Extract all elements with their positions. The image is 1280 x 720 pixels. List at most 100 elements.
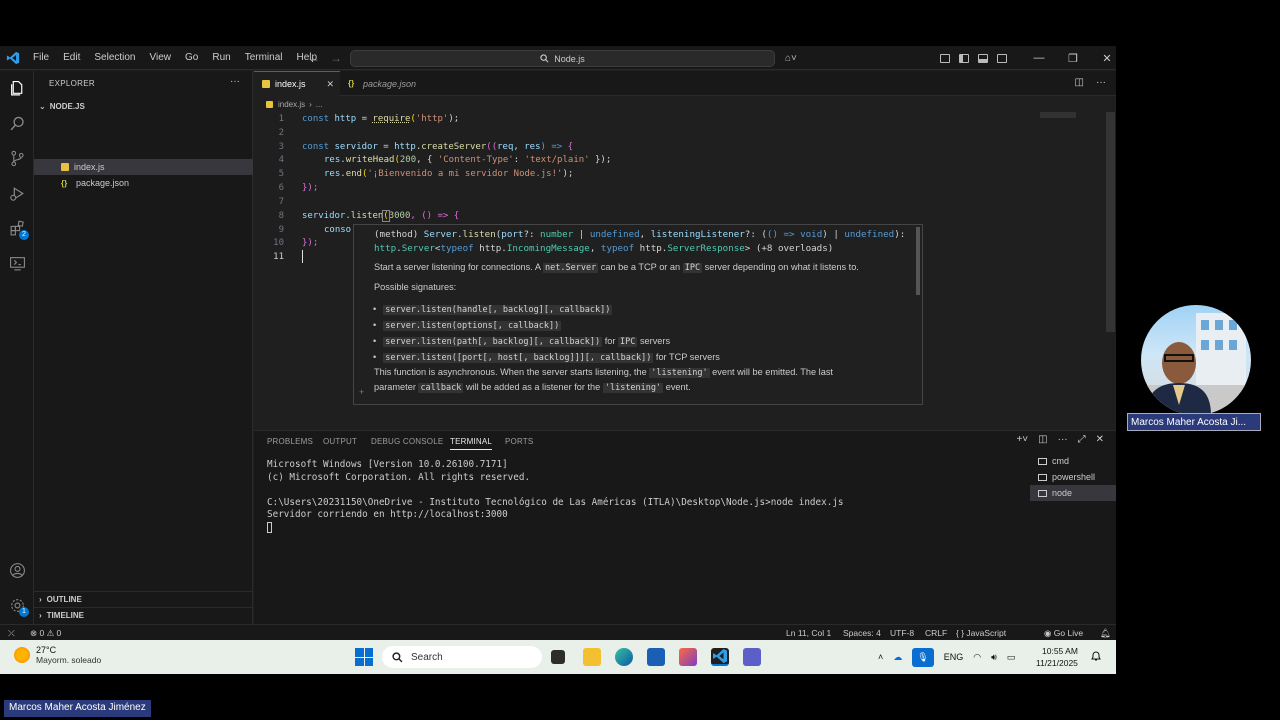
expand-icon[interactable]: + bbox=[359, 387, 364, 397]
timeline-section[interactable]: › TIMELINE bbox=[34, 607, 253, 623]
language-indicator[interactable]: ENG bbox=[944, 652, 964, 662]
list-item: server.listen(path[, backlog][, callback… bbox=[380, 334, 720, 350]
tab-index-js[interactable]: index.js ✕ bbox=[254, 71, 340, 96]
app-icon[interactable] bbox=[679, 648, 697, 666]
menu-terminal[interactable]: Terminal bbox=[238, 46, 290, 70]
edge-browser-icon[interactable] bbox=[615, 648, 633, 666]
terminal-icon bbox=[1038, 473, 1047, 481]
restore-icon[interactable]: ❐ bbox=[1056, 52, 1090, 65]
close-tab-icon[interactable]: ✕ bbox=[326, 79, 334, 90]
split-editor-icon[interactable]: ◫ bbox=[1075, 77, 1084, 88]
tab-ports[interactable]: PORTS bbox=[505, 437, 533, 446]
encoding[interactable]: UTF-8 bbox=[890, 628, 914, 638]
line-number: 8 bbox=[278, 211, 284, 221]
presenter-name-tag: Marcos Maher Acosta Ji... bbox=[1127, 413, 1261, 431]
tab-actions: ◫ ··· bbox=[1075, 77, 1106, 88]
teams-icon[interactable] bbox=[743, 648, 761, 666]
file-explorer-icon[interactable] bbox=[583, 648, 601, 666]
file-package-json[interactable]: {} package.json bbox=[34, 175, 253, 191]
hover-scrollbar[interactable] bbox=[916, 227, 920, 295]
search-icon[interactable] bbox=[8, 114, 26, 132]
toggle-panel-icon[interactable] bbox=[978, 53, 988, 63]
chevron-up-icon[interactable]: ˄ bbox=[878, 652, 883, 662]
new-terminal-icon[interactable]: +˅ bbox=[1016, 434, 1028, 445]
forward-arrow-icon[interactable]: → bbox=[330, 51, 342, 65]
more-actions-icon[interactable]: ··· bbox=[1058, 434, 1068, 445]
extensions-badge: 2 bbox=[19, 230, 29, 240]
bottom-panel: PROBLEMS OUTPUT DEBUG CONSOLE TERMINAL P… bbox=[254, 430, 1116, 624]
back-arrow-icon[interactable]: ← bbox=[308, 51, 320, 65]
task-view-icon[interactable] bbox=[551, 650, 565, 664]
menu-run[interactable]: Run bbox=[205, 46, 237, 70]
split-terminal-icon[interactable]: ◫ bbox=[1038, 434, 1047, 445]
windows-start-icon[interactable] bbox=[355, 648, 373, 666]
cursor-position[interactable]: Ln 11, Col 1 bbox=[786, 628, 831, 638]
menu-file[interactable]: File bbox=[26, 46, 56, 70]
accounts-icon[interactable] bbox=[8, 561, 26, 579]
code-line-4: res.writeHead(200, { 'Content-Type': 'te… bbox=[324, 155, 612, 165]
sun-icon bbox=[14, 647, 30, 663]
wifi-icon[interactable]: ◠ bbox=[973, 652, 981, 663]
copilot-icon[interactable]: ⌂˅ bbox=[785, 46, 797, 70]
code-line-3: const servidor = http.createServer((req,… bbox=[302, 142, 574, 152]
store-icon[interactable] bbox=[647, 648, 665, 666]
notifications-icon[interactable]: 🔔︎ bbox=[1100, 628, 1111, 639]
tab-debug-console[interactable]: DEBUG CONSOLE bbox=[371, 437, 443, 446]
menu-selection[interactable]: Selection bbox=[87, 46, 142, 70]
breadcrumb-item[interactable]: ... bbox=[316, 100, 323, 109]
minimap[interactable] bbox=[1040, 112, 1076, 118]
tab-package-json[interactable]: {} package.json bbox=[340, 71, 440, 96]
line-number: 1 bbox=[278, 114, 284, 124]
clock[interactable]: 10:55 AM 11/21/2025 bbox=[1036, 645, 1078, 669]
run-debug-icon[interactable] bbox=[8, 184, 26, 202]
line-ending[interactable]: CRLF bbox=[925, 628, 947, 638]
command-center[interactable]: Node.js bbox=[350, 50, 775, 67]
taskbar-search[interactable]: Search bbox=[382, 646, 542, 668]
chevron-down-icon: ⌄ bbox=[39, 101, 46, 111]
file-index-js[interactable]: index.js bbox=[34, 159, 253, 175]
source-control-icon[interactable] bbox=[8, 149, 26, 167]
maximize-panel-icon[interactable]: ⤢ bbox=[1078, 434, 1086, 445]
microphone-icon[interactable]: 🎙︎ bbox=[912, 647, 934, 667]
tab-terminal[interactable]: TERMINAL bbox=[450, 437, 493, 450]
explorer-icon[interactable] bbox=[8, 79, 26, 97]
menu-view[interactable]: View bbox=[143, 46, 179, 70]
battery-icon[interactable]: ▭ bbox=[1007, 652, 1016, 663]
weather-widget[interactable]: 27°C Mayorm. soleado bbox=[14, 645, 101, 665]
menu-edit[interactable]: Edit bbox=[56, 46, 87, 70]
onedrive-icon[interactable]: ☁ bbox=[893, 652, 902, 663]
menu-go[interactable]: Go bbox=[178, 46, 205, 70]
remote-icon[interactable]: ⤫ bbox=[8, 628, 15, 639]
vscode-taskbar-icon[interactable] bbox=[711, 648, 729, 666]
minimize-icon[interactable]: — bbox=[1022, 52, 1056, 64]
close-panel-icon[interactable]: ✕ bbox=[1096, 434, 1104, 445]
toggle-sidebar-icon[interactable] bbox=[940, 53, 950, 63]
go-live-button[interactable]: ◉ Go Live bbox=[1044, 628, 1083, 639]
terminal-node[interactable]: node bbox=[1030, 485, 1116, 501]
terminal-output[interactable]: Microsoft Windows [Version 10.0.26100.71… bbox=[267, 459, 844, 535]
tab-problems[interactable]: PROBLEMS bbox=[267, 437, 313, 446]
toggle-primary-sidebar-icon[interactable] bbox=[959, 53, 969, 63]
toggle-secondary-sidebar-icon[interactable] bbox=[997, 53, 1007, 63]
extensions-icon[interactable]: 2 bbox=[8, 219, 29, 240]
list-item: server.listen(handle[, backlog][, callba… bbox=[380, 302, 720, 318]
hover-popup: (method) Server.listen(port?: number | u… bbox=[353, 224, 923, 405]
more-actions-icon[interactable]: ··· bbox=[1096, 77, 1106, 88]
more-actions-icon[interactable]: ··· bbox=[230, 76, 240, 87]
terminal-powershell[interactable]: powershell bbox=[1030, 469, 1116, 485]
folder-node-js[interactable]: ⌄ NODE.JS bbox=[34, 98, 253, 114]
problems-count[interactable]: ⊗ 0 ⚠ 0 bbox=[30, 628, 61, 639]
close-icon[interactable]: ✕ bbox=[1090, 52, 1124, 65]
editor-scrollbar[interactable] bbox=[1106, 112, 1115, 332]
language-mode[interactable]: { } JavaScript bbox=[956, 628, 1006, 638]
remote-explorer-icon[interactable] bbox=[8, 254, 26, 272]
clock-time: 10:55 AM bbox=[1042, 646, 1078, 656]
breadcrumb-item[interactable]: index.js bbox=[278, 100, 305, 109]
notification-bell-icon[interactable] bbox=[1090, 650, 1102, 662]
indentation[interactable]: Spaces: 4 bbox=[843, 628, 881, 638]
tab-output[interactable]: OUTPUT bbox=[323, 437, 357, 446]
outline-section[interactable]: › OUTLINE bbox=[34, 591, 253, 607]
volume-icon[interactable]: 🔊︎ bbox=[991, 652, 997, 663]
settings-gear-icon[interactable]: 1 bbox=[8, 596, 29, 617]
terminal-cmd[interactable]: cmd bbox=[1030, 453, 1116, 469]
